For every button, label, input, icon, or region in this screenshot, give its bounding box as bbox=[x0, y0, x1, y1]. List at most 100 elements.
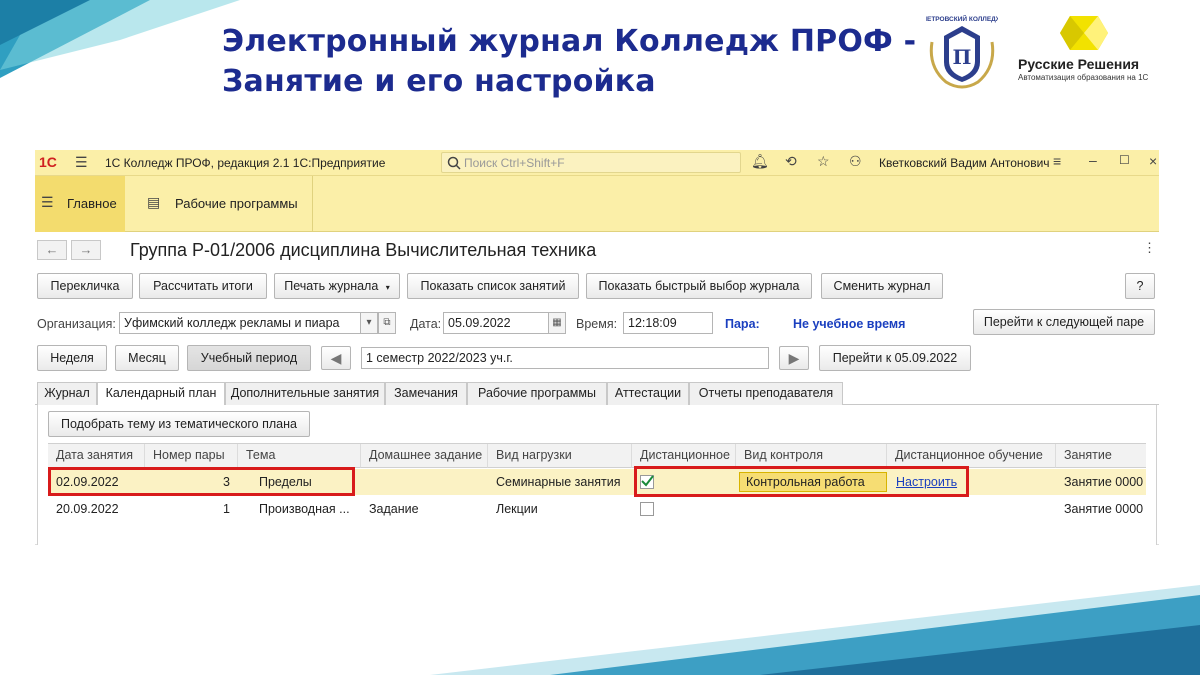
show-lessons-button[interactable]: Показать список занятий bbox=[407, 273, 579, 299]
prev-period-button[interactable]: ◀ bbox=[321, 346, 351, 370]
app-title: 1С Колледж ПРОФ, редакция 2.1 1С:Предпри… bbox=[105, 156, 386, 170]
change-journal-button[interactable]: Сменить журнал bbox=[821, 273, 943, 299]
goto-date-button[interactable]: Перейти к 05.09.2022 bbox=[819, 345, 971, 371]
more-icon[interactable]: ⋮ bbox=[1143, 240, 1156, 256]
rr-hexagon-icon bbox=[1060, 16, 1108, 50]
current-user[interactable]: Кветковский Вадим Антонович bbox=[879, 156, 1050, 170]
sections-panel: ☰ Главное ▤ Рабочие программы bbox=[35, 176, 1159, 232]
pair-value: Не учебное время bbox=[793, 317, 906, 331]
back-button[interactable]: ← bbox=[37, 240, 67, 260]
cell-load: Семинарные занятия bbox=[496, 475, 621, 489]
next-period-button[interactable]: ▶ bbox=[779, 346, 809, 370]
section-programs[interactable]: ▤ Рабочие программы bbox=[125, 176, 313, 232]
menu-lines-icon: ☰ bbox=[41, 194, 54, 210]
pick-topic-button[interactable]: Подобрать тему из тематического плана bbox=[48, 411, 310, 437]
time-field[interactable]: 12:18:09 bbox=[623, 312, 713, 334]
tab-bar: Журнал Календарный план Дополнительные з… bbox=[35, 379, 1159, 406]
column-header-homework[interactable]: Домашнее задание bbox=[361, 444, 488, 468]
cell-homework: Задание bbox=[369, 502, 419, 516]
tab-extra-lessons[interactable]: Дополнительные занятия bbox=[225, 382, 385, 405]
settings-icon[interactable]: ≡ bbox=[1053, 153, 1061, 169]
triangle-left-icon: ◀ bbox=[330, 350, 342, 366]
quick-select-button[interactable]: Показать быстрый выбор журнала bbox=[586, 273, 812, 299]
bell-icon[interactable]: 🔔︎ bbox=[751, 153, 769, 170]
column-header-distance[interactable]: Дистанционное bbox=[632, 444, 736, 468]
org-dropdown-button[interactable]: ▾ bbox=[360, 312, 378, 334]
highlight-box-date-topic bbox=[48, 467, 355, 496]
time-label: Время: bbox=[576, 317, 618, 331]
rr-logo-subtitle: Автоматизация образования на 1С bbox=[1018, 73, 1149, 82]
date-field[interactable]: 05.09.2022 bbox=[443, 312, 549, 334]
next-pair-button[interactable]: Перейти к следующей паре bbox=[973, 309, 1155, 335]
date-label: Дата: bbox=[410, 317, 442, 331]
help-button[interactable]: ? bbox=[1125, 273, 1155, 299]
lessons-table: Дата занятия Номер пары Тема Домашнее за… bbox=[48, 443, 1146, 539]
forward-button[interactable]: → bbox=[71, 240, 101, 260]
cell-topic: Производная ... bbox=[259, 502, 350, 516]
section-main-label: Главное bbox=[67, 196, 117, 211]
calendar-button[interactable]: ▦ bbox=[548, 312, 566, 334]
corner-decoration-bottom-right bbox=[430, 585, 1200, 675]
month-button[interactable]: Месяц bbox=[115, 345, 179, 371]
table-row[interactable]: 20.09.2022 1 Производная ... Задание Лек… bbox=[48, 496, 1146, 522]
dropdown-arrow-icon: ▾ bbox=[385, 283, 390, 292]
slide-title-line2: Занятие и его настройка bbox=[222, 64, 656, 99]
column-header-topic[interactable]: Тема bbox=[238, 444, 361, 468]
section-main[interactable]: ☰ Главное bbox=[35, 176, 125, 232]
star-icon[interactable]: ☆ bbox=[817, 153, 830, 170]
pair-label: Пара: bbox=[725, 317, 760, 331]
maximize-icon[interactable]: ☐ bbox=[1119, 153, 1130, 167]
rr-logo-name: Русские Решения bbox=[1018, 56, 1140, 72]
corner-decoration-top-left bbox=[0, 0, 240, 78]
form-header: ← → Группа Р-01/2006 дисциплина Вычислит… bbox=[35, 232, 1159, 268]
cell-load: Лекции bbox=[496, 502, 538, 516]
russkie-resheniya-logo: Русские Решения Автоматизация образовани… bbox=[1018, 14, 1158, 90]
column-header-lesson[interactable]: Занятие bbox=[1056, 444, 1146, 468]
calendar-plan-panel: Подобрать тему из тематического плана Да… bbox=[37, 405, 1157, 545]
column-header-control[interactable]: Вид контроля bbox=[736, 444, 887, 468]
column-header-distance-learning[interactable]: Дистанционное обучение bbox=[887, 444, 1056, 468]
cell-pair: 1 bbox=[223, 502, 230, 516]
print-journal-button[interactable]: Печать журнала ▾ bbox=[274, 273, 400, 299]
form-title: Группа Р-01/2006 дисциплина Вычислительн… bbox=[130, 240, 597, 260]
college-logo: П ПЕТРОВСКИЙ КОЛЛЕДЖ bbox=[926, 14, 998, 89]
tab-remarks[interactable]: Замечания bbox=[385, 382, 467, 405]
tab-work-programs[interactable]: Рабочие программы bbox=[467, 382, 607, 405]
tab-journal[interactable]: Журнал bbox=[37, 382, 97, 405]
tab-attestations[interactable]: Аттестации bbox=[607, 382, 689, 405]
search-input[interactable]: Поиск Ctrl+Shift+F bbox=[441, 152, 741, 173]
1c-logo: 1С bbox=[39, 154, 57, 170]
user-icon[interactable]: ⚇ bbox=[849, 153, 862, 170]
history-icon[interactable]: ⟲ bbox=[785, 153, 797, 170]
cell-lesson: Занятие 0000 bbox=[1064, 502, 1144, 516]
column-header-load[interactable]: Вид нагрузки bbox=[488, 444, 632, 468]
slide-title-line1: Электронный журнал Колледж ПРОФ - bbox=[222, 24, 917, 59]
college-logo-text: ПЕТРОВСКИЙ КОЛЛЕДЖ bbox=[926, 14, 998, 23]
column-header-date[interactable]: Дата занятия bbox=[48, 444, 145, 468]
week-button[interactable]: Неделя bbox=[37, 345, 107, 371]
tab-teacher-reports[interactable]: Отчеты преподавателя bbox=[689, 382, 843, 405]
search-placeholder: Поиск Ctrl+Shift+F bbox=[464, 156, 565, 170]
distance-checkbox[interactable] bbox=[640, 502, 654, 516]
cell-lesson: Занятие 0000 bbox=[1064, 475, 1144, 489]
app-top-bar: 1С ☰ 1С Колледж ПРОФ, редакция 2.1 1С:Пр… bbox=[35, 150, 1159, 176]
column-header-pair[interactable]: Номер пары bbox=[145, 444, 238, 468]
minimize-icon[interactable]: – bbox=[1089, 152, 1097, 168]
document-icon: ▤ bbox=[147, 194, 161, 210]
study-period-button[interactable]: Учебный период bbox=[187, 345, 311, 371]
calc-totals-button[interactable]: Рассчитать итоги bbox=[139, 273, 267, 299]
org-open-button[interactable]: ⧉ bbox=[378, 312, 396, 334]
period-field[interactable]: 1 семестр 2022/2023 уч.г. bbox=[361, 347, 769, 369]
print-journal-label: Печать журнала bbox=[284, 279, 379, 293]
slide-title: Электронный журнал Колледж ПРОФ - Заняти… bbox=[222, 22, 916, 102]
close-icon[interactable]: × bbox=[1149, 153, 1157, 169]
org-field[interactable]: Уфимский колледж рекламы и пиара bbox=[119, 312, 361, 334]
section-programs-label: Рабочие программы bbox=[175, 196, 298, 211]
menu-icon[interactable]: ☰ bbox=[75, 154, 88, 171]
cell-homework bbox=[361, 469, 488, 495]
rollcall-button[interactable]: Перекличка bbox=[37, 273, 133, 299]
app-window: 1С ☰ 1С Колледж ПРОФ, редакция 2.1 1С:Пр… bbox=[35, 150, 1159, 545]
tab-calendar-plan[interactable]: Календарный план bbox=[97, 382, 225, 406]
svg-text:П: П bbox=[953, 45, 972, 69]
triangle-right-icon: ▶ bbox=[788, 350, 800, 366]
